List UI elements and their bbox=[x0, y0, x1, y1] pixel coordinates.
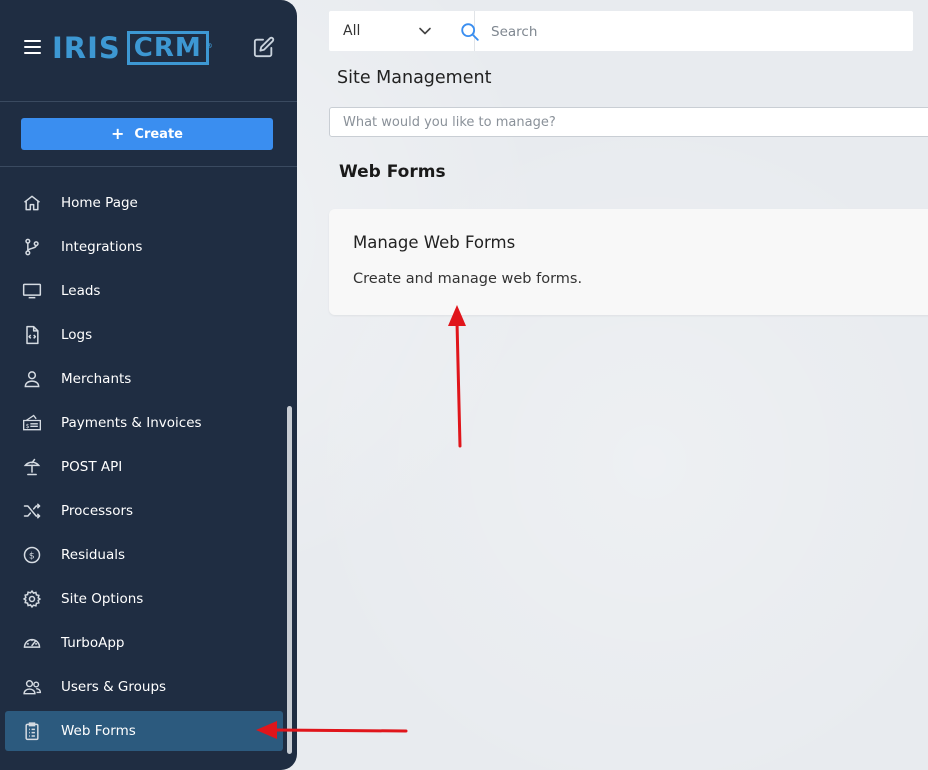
create-button[interactable]: + Create bbox=[21, 118, 273, 150]
search-icon bbox=[461, 23, 479, 41]
shuffle-icon bbox=[23, 503, 41, 519]
search-filter-select[interactable]: All bbox=[329, 11, 475, 51]
search-bar: All bbox=[329, 11, 913, 51]
sidebar-item-residuals[interactable]: $ Residuals bbox=[5, 535, 283, 575]
sidebar-item-merchants[interactable]: Merchants bbox=[5, 359, 283, 399]
svg-text:$: $ bbox=[29, 551, 35, 562]
sidebar-item-payments-invoices[interactable]: $ Payments & Invoices bbox=[5, 403, 283, 443]
gear-icon bbox=[22, 589, 42, 609]
home-icon bbox=[24, 195, 40, 211]
sidebar-item-home-page[interactable]: Home Page bbox=[5, 183, 283, 223]
sidebar-item-post-api[interactable]: POST API bbox=[5, 447, 283, 487]
sidebar-item-leads[interactable]: Leads bbox=[5, 271, 283, 311]
sidebar-item-integrations[interactable]: Integrations bbox=[5, 227, 283, 267]
monitor-icon bbox=[22, 283, 42, 299]
users-icon bbox=[23, 680, 42, 695]
sidebar-item-logs[interactable]: Logs bbox=[5, 315, 283, 355]
branch-icon bbox=[25, 238, 39, 256]
sidebar-divider bbox=[0, 166, 297, 167]
invoice-icon: $ bbox=[23, 414, 41, 431]
edit-icon[interactable] bbox=[253, 36, 275, 58]
manage-web-forms-card[interactable]: Manage Web Forms Create and manage web f… bbox=[329, 209, 928, 315]
section-title: Web Forms bbox=[339, 162, 446, 182]
sidebar-header: IRIS CRM ® bbox=[0, 0, 297, 101]
plus-icon: + bbox=[111, 124, 125, 143]
satellite-dish-icon bbox=[23, 458, 41, 476]
sidebar-divider bbox=[0, 101, 297, 102]
chevron-down-icon bbox=[419, 27, 431, 35]
speedometer-icon bbox=[23, 638, 41, 648]
clipboard-icon bbox=[25, 722, 39, 741]
sidebar-scrollbar[interactable] bbox=[287, 406, 292, 754]
iris-crm-logo[interactable]: IRIS CRM ® bbox=[52, 30, 213, 66]
sidebar: IRIS CRM ® + Create Home Page Integratio… bbox=[0, 0, 297, 770]
card-description: Create and manage web forms. bbox=[353, 271, 583, 287]
sidebar-item-users-groups[interactable]: Users & Groups bbox=[5, 667, 283, 707]
sidebar-item-web-forms[interactable]: Web Forms bbox=[5, 711, 283, 751]
page-title: Site Management bbox=[337, 68, 492, 88]
manage-search-input[interactable] bbox=[329, 107, 928, 137]
sidebar-item-processors[interactable]: Processors bbox=[5, 491, 283, 531]
code-file-icon bbox=[26, 325, 39, 345]
hamburger-menu-icon[interactable] bbox=[24, 40, 41, 54]
search-input[interactable] bbox=[489, 19, 903, 45]
user-icon bbox=[24, 371, 40, 388]
dollar-circle-icon: $ bbox=[23, 546, 41, 564]
card-title: Manage Web Forms bbox=[353, 233, 516, 252]
svg-text:$: $ bbox=[26, 424, 30, 430]
sidebar-item-turboapp[interactable]: TurboApp bbox=[5, 623, 283, 663]
sidebar-item-site-options[interactable]: Site Options bbox=[5, 579, 283, 619]
